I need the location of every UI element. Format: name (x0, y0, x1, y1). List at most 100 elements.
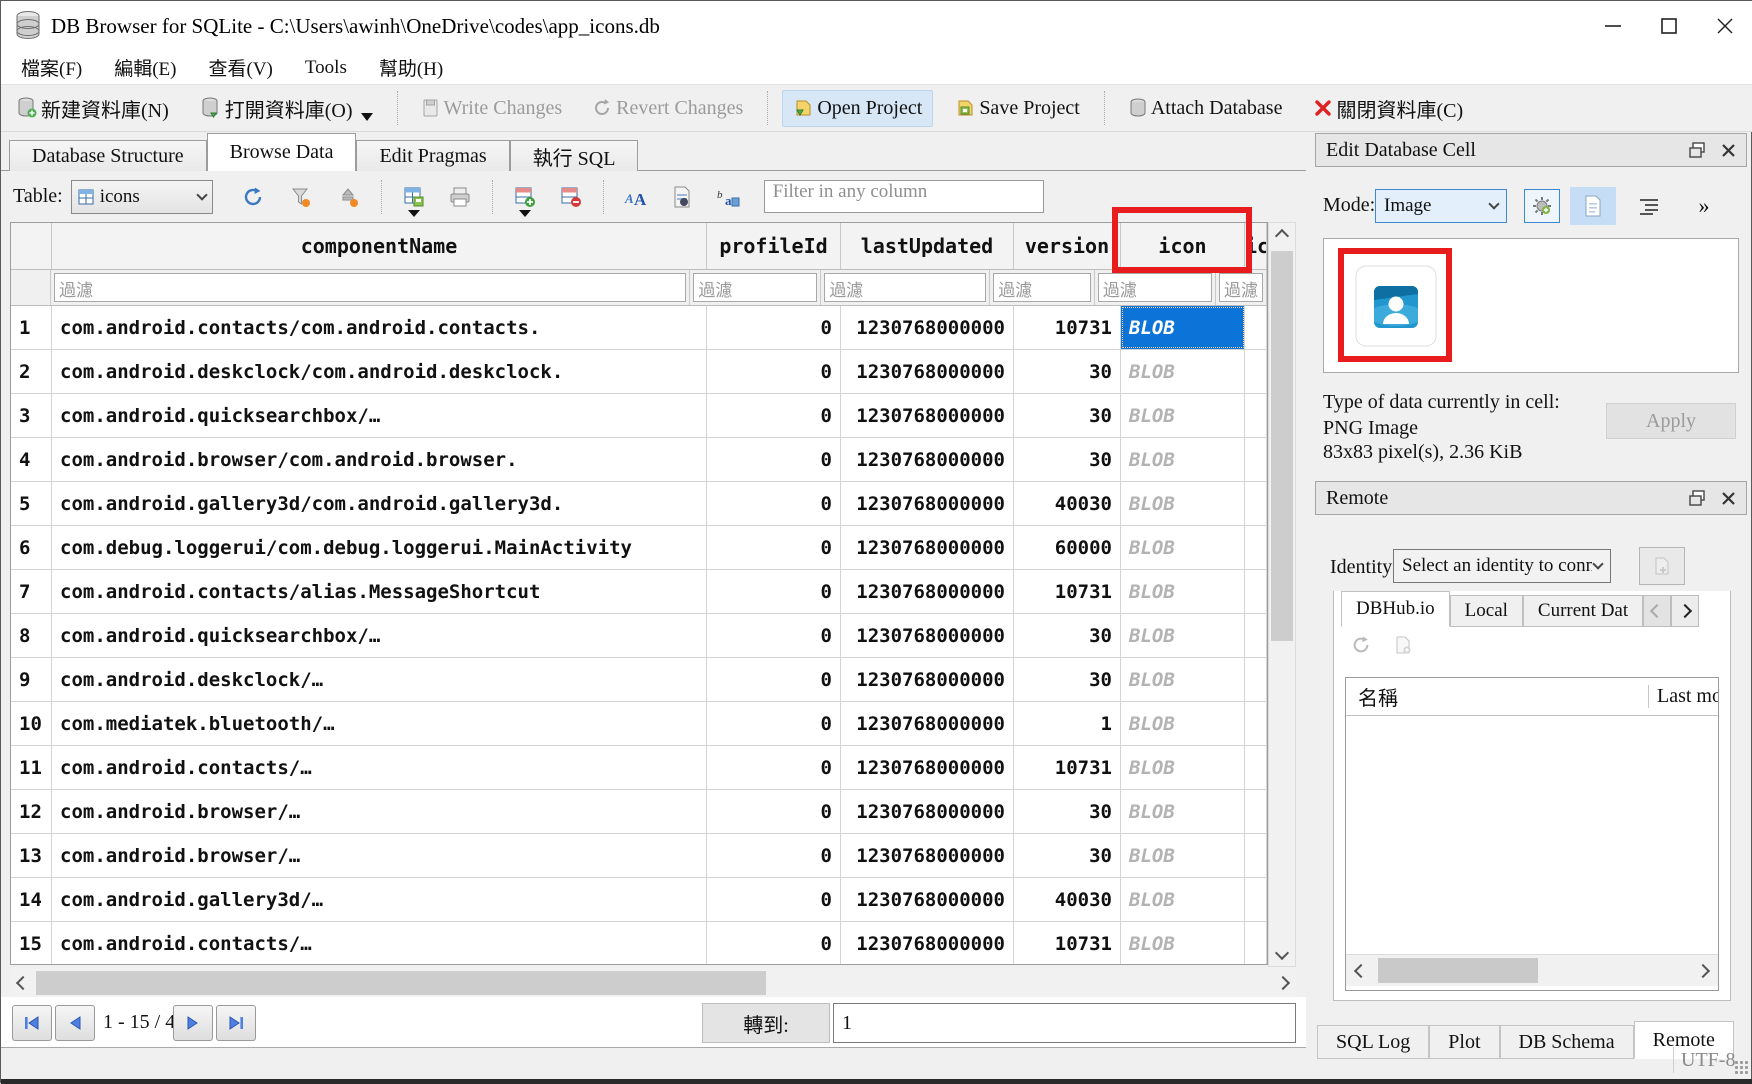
row-number[interactable]: 5 (11, 482, 52, 525)
float-panel-icon[interactable] (1689, 142, 1705, 158)
tab-database-structure[interactable]: Database Structure (9, 140, 207, 171)
revert-changes-button[interactable]: Revert Changes (584, 91, 753, 126)
tab-edit-pragmas[interactable]: Edit Pragmas (356, 140, 509, 171)
tab-browse-data[interactable]: Browse Data (207, 133, 357, 171)
cell-componentName[interactable]: com.android.contacts/com.android.contact… (52, 306, 707, 349)
dropdown-indicator-icon[interactable] (519, 210, 531, 217)
close-panel-icon[interactable] (1721, 491, 1736, 506)
row-number[interactable]: 15 (11, 922, 52, 965)
cell-profileId[interactable]: 0 (707, 922, 841, 965)
cell-componentName[interactable]: com.android.contacts/alias.MessageShortc… (52, 570, 707, 613)
encoding-status[interactable]: UTF-8 (1681, 1049, 1735, 1072)
tab-execute-sql[interactable]: 執行 SQL (510, 140, 639, 171)
corner-header-cell[interactable] (11, 223, 52, 269)
attach-database-button[interactable]: Attach Database (1119, 91, 1293, 126)
cell-icon[interactable]: BLOB (1121, 438, 1245, 481)
find-in-document-button[interactable] (664, 179, 700, 215)
auto-switch-mode-button[interactable] (1524, 189, 1560, 223)
resize-grip[interactable] (1734, 1060, 1748, 1074)
cell-profileId[interactable]: 0 (707, 438, 841, 481)
cell-lastUpdated[interactable]: 1230768000000 (841, 350, 1014, 393)
cell-profileId[interactable]: 0 (707, 350, 841, 393)
remote-refresh-icon[interactable] (1351, 635, 1371, 655)
menu-view[interactable]: 查看(V) (197, 51, 285, 84)
clone-database-button[interactable] (1639, 547, 1685, 585)
column-header-version[interactable]: version (1014, 223, 1121, 269)
font-settings-button[interactable]: AA (618, 179, 654, 215)
cell-version[interactable]: 30 (1014, 438, 1121, 481)
cell-profileId[interactable]: 0 (707, 570, 841, 613)
cell-version[interactable]: 10731 (1014, 922, 1121, 965)
row-number[interactable]: 12 (11, 790, 52, 833)
scroll-left-button[interactable] (10, 970, 36, 996)
cell-partial[interactable] (1245, 790, 1267, 833)
cell-partial[interactable] (1245, 614, 1267, 657)
scroll-right-button[interactable] (1270, 970, 1296, 996)
cell-version[interactable]: 10731 (1014, 746, 1121, 789)
identity-combobox[interactable]: Select an identity to conne (1393, 549, 1611, 583)
last-record-button[interactable] (216, 1005, 256, 1041)
filter-cell[interactable]: 過濾 (1095, 270, 1216, 305)
previous-record-button[interactable] (55, 1005, 95, 1041)
cell-componentName[interactable]: com.android.deskclock/com.android.deskcl… (52, 350, 707, 393)
write-changes-button[interactable]: Write Changes (412, 91, 573, 126)
cell-icon[interactable]: BLOB (1121, 834, 1245, 877)
row-number[interactable]: 3 (11, 394, 52, 437)
cell-componentName[interactable]: com.android.gallery3d/… (52, 878, 707, 921)
goto-record-input[interactable]: 1 (833, 1003, 1296, 1043)
remote-tab-local[interactable]: Local (1450, 595, 1523, 627)
row-number[interactable]: 8 (11, 614, 52, 657)
cell-componentName[interactable]: com.android.browser/com.android.browser. (52, 438, 707, 481)
cell-icon[interactable]: BLOB (1121, 878, 1245, 921)
cell-lastUpdated[interactable]: 1230768000000 (841, 306, 1014, 349)
text-view-button[interactable] (1570, 187, 1616, 225)
remote-tab-current-database[interactable]: Current Dat (1523, 595, 1643, 627)
remote-list-header-name[interactable]: 名稱 (1358, 682, 1648, 711)
new-database-button[interactable]: 新建資料庫(N) (7, 88, 179, 129)
toolbar-overflow-button[interactable]: » (1687, 191, 1721, 221)
scroll-up-button[interactable] (1269, 223, 1295, 249)
row-number[interactable]: 6 (11, 526, 52, 569)
cell-lastUpdated[interactable]: 1230768000000 (841, 438, 1014, 481)
scroll-right-button[interactable] (1690, 958, 1716, 984)
cell-version[interactable]: 30 (1014, 790, 1121, 833)
column-header-icon[interactable]: icon (1121, 223, 1245, 269)
cell-partial[interactable] (1245, 658, 1267, 701)
cell-lastUpdated[interactable]: 1230768000000 (841, 702, 1014, 745)
row-number[interactable]: 13 (11, 834, 52, 877)
condition-format-button[interactable]: ba (710, 179, 746, 215)
cell-partial[interactable] (1245, 482, 1267, 525)
cell-partial[interactable] (1245, 526, 1267, 569)
cell-lastUpdated[interactable]: 1230768000000 (841, 922, 1014, 965)
cell-icon[interactable]: BLOB (1121, 790, 1245, 833)
cell-lastUpdated[interactable]: 1230768000000 (841, 394, 1014, 437)
maximize-button[interactable] (1641, 1, 1697, 51)
cell-profileId[interactable]: 0 (707, 526, 841, 569)
cell-icon[interactable]: BLOB (1121, 614, 1245, 657)
cell-partial[interactable] (1245, 922, 1267, 965)
cell-lastUpdated[interactable]: 1230768000000 (841, 790, 1014, 833)
cell-version[interactable]: 60000 (1014, 526, 1121, 569)
cell-profileId[interactable]: 0 (707, 658, 841, 701)
cell-componentName[interactable]: com.android.quicksearchbox/… (52, 394, 707, 437)
row-number[interactable]: 9 (11, 658, 52, 701)
remote-tab-dbhub[interactable]: DBHub.io (1341, 591, 1450, 627)
global-filter-input[interactable]: Filter in any column (764, 180, 1044, 213)
cell-profileId[interactable]: 0 (707, 834, 841, 877)
scroll-down-button[interactable] (1269, 940, 1295, 966)
cell-componentName[interactable]: com.debug.loggerui/com.debug.loggerui.Ma… (52, 526, 707, 569)
filter-cell[interactable]: 過濾 (690, 270, 821, 305)
save-project-button[interactable]: Save Project (945, 91, 1090, 126)
cell-version[interactable]: 30 (1014, 394, 1121, 437)
close-button[interactable] (1697, 1, 1752, 51)
bottom-tab-db-schema[interactable]: DB Schema (1500, 1025, 1634, 1059)
cell-profileId[interactable]: 0 (707, 614, 841, 657)
cell-lastUpdated[interactable]: 1230768000000 (841, 746, 1014, 789)
cell-componentName[interactable]: com.android.browser/… (52, 834, 707, 877)
filter-cell[interactable]: 過濾 (990, 270, 1095, 305)
remote-list-scrollbar[interactable] (1346, 954, 1718, 986)
row-number[interactable]: 14 (11, 878, 52, 921)
menu-help[interactable]: 幫助(H) (367, 51, 455, 84)
cell-version[interactable]: 10731 (1014, 570, 1121, 613)
delete-record-button[interactable] (553, 179, 589, 215)
